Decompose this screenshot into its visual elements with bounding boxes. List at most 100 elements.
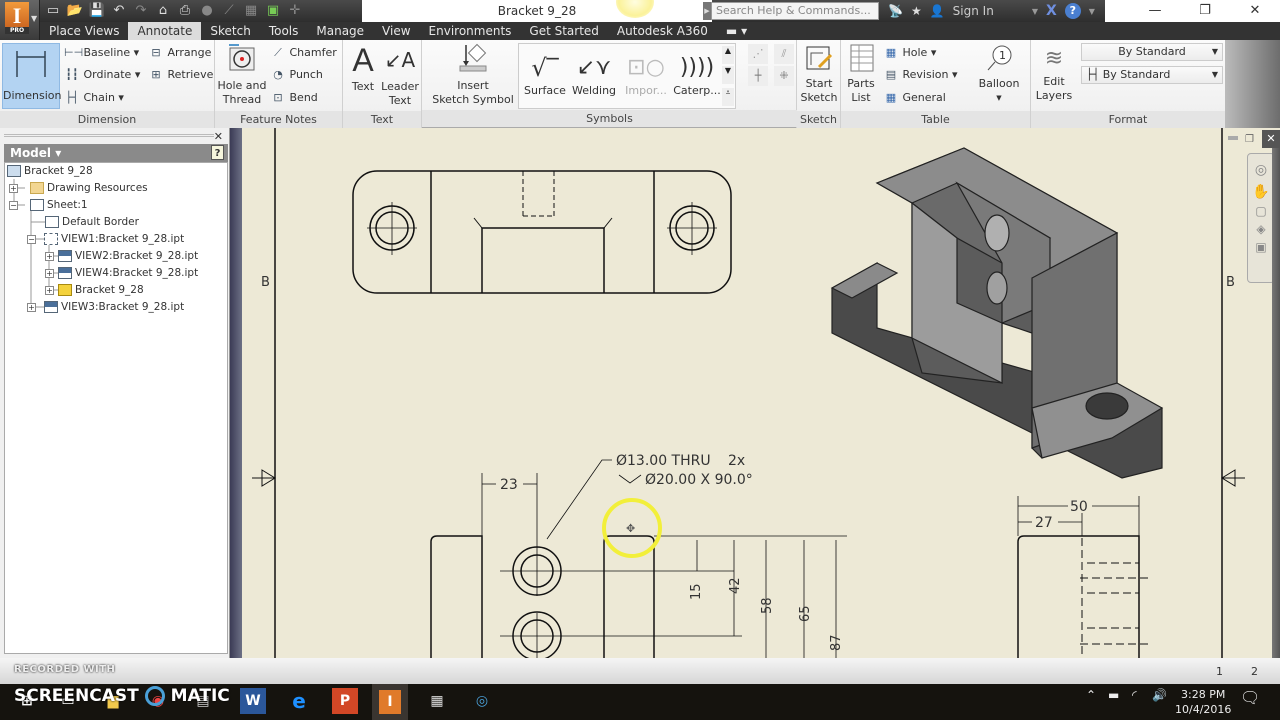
start-sketch-button[interactable]: Start Sketch: [799, 43, 839, 109]
tree-node-view4[interactable]: + VIEW4:Bracket 9_28.ipt: [45, 265, 198, 282]
system-clock[interactable]: 3:28 PM 10/4/2016: [1175, 687, 1231, 717]
chevron-down-icon[interactable]: ▼: [1089, 7, 1095, 16]
tab-sketch[interactable]: Sketch: [201, 22, 259, 40]
tab-autodesk-a360[interactable]: Autodesk A360: [608, 22, 717, 40]
centered-pattern-button[interactable]: ⁜: [774, 66, 794, 86]
undo-icon[interactable]: ↶: [110, 2, 128, 20]
inventor-icon[interactable]: I: [372, 684, 408, 720]
new-icon[interactable]: ▭: [44, 2, 62, 20]
save-icon[interactable]: 💾: [88, 2, 106, 20]
close-icon[interactable]: ✕: [214, 130, 223, 143]
text-button[interactable]: A Text: [345, 42, 381, 108]
expand-icon[interactable]: +: [9, 183, 18, 193]
arrange-button[interactable]: ⊟ Arrange: [148, 43, 211, 63]
restore-icon[interactable]: ❐: [1180, 0, 1230, 22]
expand-icon[interactable]: +: [45, 268, 54, 278]
tab-get-started[interactable]: Get Started: [520, 22, 608, 40]
expand-icon[interactable]: +: [27, 302, 36, 312]
appearance-icon[interactable]: ●: [198, 2, 216, 20]
application-menu-button[interactable]: I PRO ▼: [0, 0, 40, 40]
import-button[interactable]: ⊡○ Impor...: [621, 52, 671, 108]
pan-icon[interactable]: ✋: [1248, 184, 1274, 200]
measure-icon[interactable]: ⟋: [220, 2, 238, 20]
browser-grip[interactable]: [4, 134, 214, 137]
user-icon[interactable]: 👤: [930, 4, 945, 18]
look-at-icon[interactable]: ▣: [1248, 240, 1274, 254]
sign-in-link[interactable]: Sign In: [953, 4, 994, 18]
punch-button[interactable]: ◔ Punch: [270, 65, 323, 85]
chamfer-button[interactable]: ⟋ Chamfer: [270, 43, 337, 63]
bend-button[interactable]: ⊡ Bend: [270, 88, 317, 108]
redo-icon[interactable]: ↷: [132, 2, 150, 20]
insert-sketch-symbol-button[interactable]: Insert Sketch Symbol ▾: [430, 43, 516, 120]
caterpillar-button[interactable]: )))) Caterp...: [673, 52, 721, 108]
minimize-icon[interactable]: —: [1130, 0, 1180, 22]
tree-node-view2[interactable]: + VIEW2:Bracket 9_28.ipt: [45, 248, 198, 265]
chain-button[interactable]: ├┤ Chain ▾: [64, 88, 124, 108]
hole-table-button[interactable]: ▦ Hole ▾: [883, 43, 937, 63]
hole-and-thread-button[interactable]: Hole and Thread: [217, 43, 267, 109]
page-2-indicator[interactable]: 2: [1251, 665, 1258, 678]
open-icon[interactable]: 📂: [66, 2, 84, 20]
retrieve-button[interactable]: ⊞ Retrieve: [148, 65, 213, 85]
ordinate-button[interactable]: ┇┇ Ordinate ▾: [64, 65, 140, 85]
balloon-button[interactable]: 1 Balloon ▼: [973, 43, 1025, 109]
tree-node-sheet[interactable]: − Sheet:1: [9, 197, 88, 214]
edit-layers-button[interactable]: ≋ Edit Layers: [1035, 43, 1073, 109]
chevron-down-icon[interactable]: ▼: [1032, 7, 1038, 16]
gallery-expand[interactable]: ⩡: [722, 88, 734, 106]
center-mark-button[interactable]: ┼: [748, 66, 768, 86]
gallery-scroll-down[interactable]: ▼: [722, 66, 734, 84]
expand-icon[interactable]: +: [45, 251, 54, 261]
orbit-icon[interactable]: ◈: [1248, 222, 1274, 236]
calculator-icon[interactable]: ▦: [424, 688, 450, 714]
tab-tools[interactable]: Tools: [260, 22, 308, 40]
tab-environments[interactable]: Environments: [420, 22, 521, 40]
home-icon[interactable]: ⌂: [154, 2, 172, 20]
revision-table-button[interactable]: ▤ Revision ▾: [883, 65, 958, 85]
view-restore-icon[interactable]: ❐: [1245, 134, 1254, 145]
tab-annotate[interactable]: Annotate: [128, 22, 202, 40]
customize-icon[interactable]: ✛: [286, 2, 304, 20]
layer-dropdown[interactable]: ├┤ By Standard ▼: [1081, 66, 1223, 84]
close-icon[interactable]: ✕: [1230, 0, 1280, 22]
tree-node-view1[interactable]: − VIEW1:Bracket 9_28.ipt: [27, 231, 184, 248]
select-icon[interactable]: ▣: [264, 2, 282, 20]
exchange-apps-icon[interactable]: X: [1046, 3, 1057, 19]
leader-text-button[interactable]: ↙A Leader Text: [381, 42, 419, 108]
tree-node-drawing-resources[interactable]: + Drawing Resources: [9, 180, 148, 197]
action-center-icon[interactable]: 🗨: [1240, 688, 1260, 707]
wifi-icon[interactable]: ◜: [1132, 688, 1137, 702]
favorites-star-icon[interactable]: ★: [911, 4, 922, 18]
battery-icon[interactable]: ▬: [1108, 688, 1119, 702]
style-dropdown[interactable]: By Standard ▼: [1081, 43, 1223, 61]
tree-node-root[interactable]: Bracket 9_28: [7, 163, 93, 180]
browser-header[interactable]: Model ▾ ?: [4, 144, 228, 162]
gallery-scroll-up[interactable]: ▲: [722, 46, 734, 64]
update-icon[interactable]: ▦: [242, 2, 260, 20]
show-hidden-icons[interactable]: ⌃: [1086, 688, 1096, 702]
screencast-app-icon[interactable]: ◎: [469, 688, 495, 714]
help-icon[interactable]: ?: [211, 145, 224, 160]
baseline-button[interactable]: ⊢⊣ Baseline ▾: [64, 43, 139, 63]
search-expand-icon[interactable]: ▶: [703, 2, 711, 20]
tab-manage[interactable]: Manage: [307, 22, 373, 40]
powerpoint-icon[interactable]: P: [332, 688, 358, 714]
word-icon[interactable]: W: [240, 688, 266, 714]
tab-place-views[interactable]: Place Views: [40, 22, 128, 40]
centerline-bisector-button[interactable]: ⫽: [774, 44, 794, 64]
expand-icon[interactable]: +: [45, 285, 54, 295]
tree-node-view3[interactable]: + VIEW3:Bracket 9_28.ipt: [27, 299, 184, 316]
general-table-button[interactable]: ▦ General: [883, 88, 946, 108]
dimension-button[interactable]: Dimension: [2, 43, 61, 109]
tree-node-default-border[interactable]: Default Border: [45, 214, 139, 231]
surface-button[interactable]: √‾ Surface: [521, 52, 569, 108]
collapse-icon[interactable]: −: [27, 234, 36, 244]
help-icon[interactable]: ?: [1064, 3, 1081, 19]
print-icon[interactable]: ⎙: [176, 2, 194, 20]
browser-splitter[interactable]: [230, 128, 242, 658]
collapse-icon[interactable]: −: [9, 200, 18, 210]
search-help-input[interactable]: Search Help & Commands...: [711, 2, 879, 20]
welding-button[interactable]: ↙⋎ Welding: [569, 52, 619, 108]
ribbon-display-options-icon[interactable]: ▬ ▾: [717, 22, 756, 40]
